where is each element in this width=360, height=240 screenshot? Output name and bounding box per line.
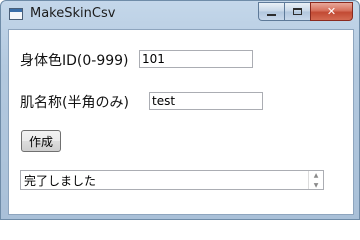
body-color-id-label: 身体色ID(0-999) [20, 53, 129, 69]
skin-name-input[interactable] [149, 92, 263, 110]
body-color-id-input[interactable] [139, 50, 253, 68]
window-title: MakeSkinCsv [30, 6, 116, 21]
status-spinner[interactable]: ▲ ▼ [308, 171, 323, 189]
minimize-button[interactable] [258, 2, 284, 21]
status-text: 完了しました [24, 174, 97, 188]
maximize-icon [293, 8, 302, 15]
client-area: 身体色ID(0-999) 肌名称(半角のみ) 作成 完了しました ▲ ▼ [8, 29, 354, 215]
spin-up-icon[interactable]: ▲ [309, 171, 323, 179]
title-bar[interactable]: MakeSkinCsv ✕ [1, 1, 359, 29]
app-window: MakeSkinCsv ✕ 身体色ID(0-999) 肌名称(半角のみ) 作成 … [0, 0, 360, 220]
status-box[interactable]: 完了しました ▲ ▼ [20, 170, 324, 190]
maximize-button[interactable] [284, 2, 310, 21]
caption-buttons: ✕ [258, 2, 353, 22]
minimize-icon [267, 13, 276, 16]
close-icon: ✕ [326, 5, 337, 18]
spin-down-icon[interactable]: ▼ [309, 181, 323, 189]
create-button[interactable]: 作成 [21, 130, 61, 152]
close-button[interactable]: ✕ [310, 2, 353, 21]
skin-name-label: 肌名称(半角のみ) [20, 95, 129, 111]
application-window-icon[interactable] [9, 8, 23, 20]
